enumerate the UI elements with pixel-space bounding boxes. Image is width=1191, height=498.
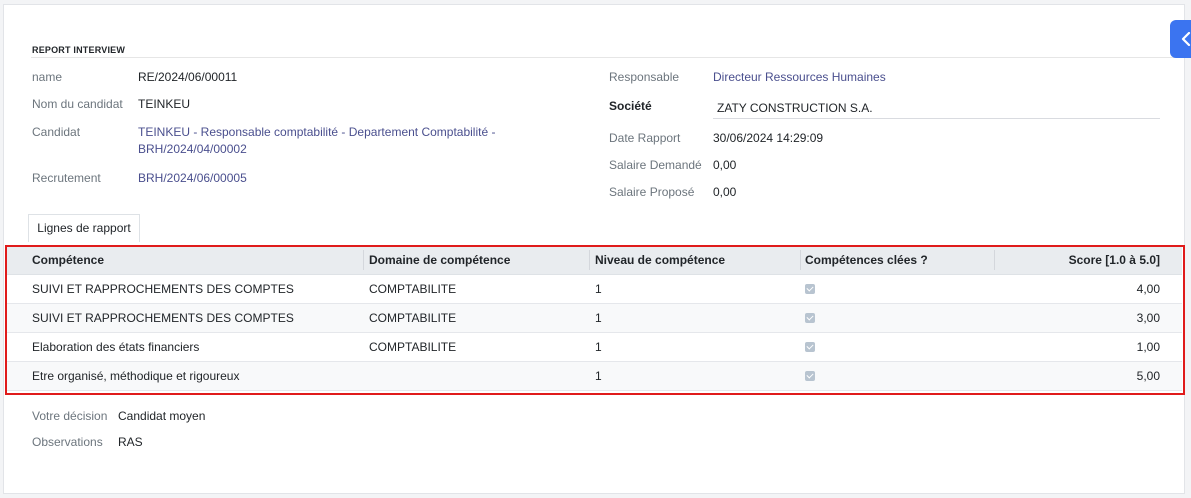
header-separator [589,250,590,270]
key-skill-checkbox[interactable] [805,371,815,381]
decision-value: Candidat moyen [118,409,206,423]
cell-score: 5,00 [1136,369,1160,383]
report-date-label: Date Rapport [609,131,681,145]
observations-label: Observations [32,435,103,449]
key-skill-checkbox[interactable] [805,284,815,294]
key-skill-checkbox[interactable] [805,342,815,352]
cell-level: 1 [595,340,602,354]
cell-domain: COMPTABILITE [369,282,457,296]
observations-value: RAS [118,435,143,449]
manager-link[interactable]: Directeur Ressources Humaines [713,69,886,86]
candidate-name-label: Nom du candidat [32,97,123,111]
table-row[interactable]: Elaboration des états financiers COMPTAB… [6,333,1182,362]
cell-level: 1 [595,282,602,296]
side-panel-toggle[interactable] [1170,20,1191,58]
header-level[interactable]: Niveau de compétence [595,246,725,274]
recruitment-link[interactable]: BRH/2024/06/00005 [138,170,247,187]
cell-level: 1 [595,369,602,383]
table-row[interactable]: Etre organisé, méthodique et rigoureux 1… [6,362,1182,391]
candidate-name-value: TEINKEU [138,97,191,111]
table-row[interactable]: SUIVI ET RAPPROCHEMENTS DES COMPTES COMP… [6,304,1182,333]
section-divider [31,57,1187,58]
company-field[interactable]: ZATY CONSTRUCTION S.A. [717,101,873,115]
company-field-underline [713,118,1160,119]
header-domain[interactable]: Domaine de compétence [369,246,510,274]
decision-label: Votre décision [32,409,108,423]
candidate-link[interactable]: TEINKEU - Responsable comptabilité - Dep… [138,124,495,158]
company-label: Société [609,99,652,113]
candidate-label: Candidat [32,125,81,139]
header-separator [994,250,995,270]
header-separator [363,250,364,270]
cell-skill: Elaboration des états financiers [32,340,200,354]
name-value: RE/2024/06/00011 [138,70,238,84]
report-date-value: 30/06/2024 14:29:09 [713,131,824,145]
cell-skill: SUIVI ET RAPPROCHEMENTS DES COMPTES [32,311,294,325]
salary-offered-value: 0,00 [713,185,737,199]
manager-label: Responsable [609,70,680,84]
cell-skill: SUIVI ET RAPPROCHEMENTS DES COMPTES [32,282,294,296]
header-separator [800,250,801,270]
salary-offered-label: Salaire Proposé [609,185,695,199]
candidate-link-line2: BRH/2024/04/00002 [138,142,247,156]
chevron-left-icon [1181,32,1191,46]
cell-score: 3,00 [1136,311,1160,325]
header-score[interactable]: Score [1.0 à 5.0] [1069,246,1160,274]
candidate-link-line1: TEINKEU - Responsable comptabilité - Dep… [138,125,496,139]
cell-domain: COMPTABILITE [369,311,457,325]
table-row[interactable]: SUIVI ET RAPPROCHEMENTS DES COMPTES COMP… [6,275,1182,304]
recruitment-label: Recrutement [32,171,101,185]
tab-report-lines[interactable]: Lignes de rapport [28,214,140,242]
cell-skill: Etre organisé, méthodique et rigoureux [32,369,240,383]
cell-score: 1,00 [1136,340,1160,354]
table-header: Compétence Domaine de compétence Niveau … [6,246,1182,275]
header-key-skill[interactable]: Compétences clées ? [805,246,928,274]
cell-domain: COMPTABILITE [369,340,457,354]
table-body: SUIVI ET RAPPROCHEMENTS DES COMPTES COMP… [6,275,1182,391]
salary-requested-value: 0,00 [713,158,737,172]
cell-score: 4,00 [1136,282,1160,296]
cell-level: 1 [595,311,602,325]
header-skill[interactable]: Compétence [32,246,104,274]
name-label: name [32,70,63,84]
key-skill-checkbox[interactable] [805,313,815,323]
salary-requested-label: Salaire Demandé [609,158,702,172]
skills-table: Compétence Domaine de compétence Niveau … [6,246,1182,391]
section-title: REPORT INTERVIEW [32,45,126,55]
